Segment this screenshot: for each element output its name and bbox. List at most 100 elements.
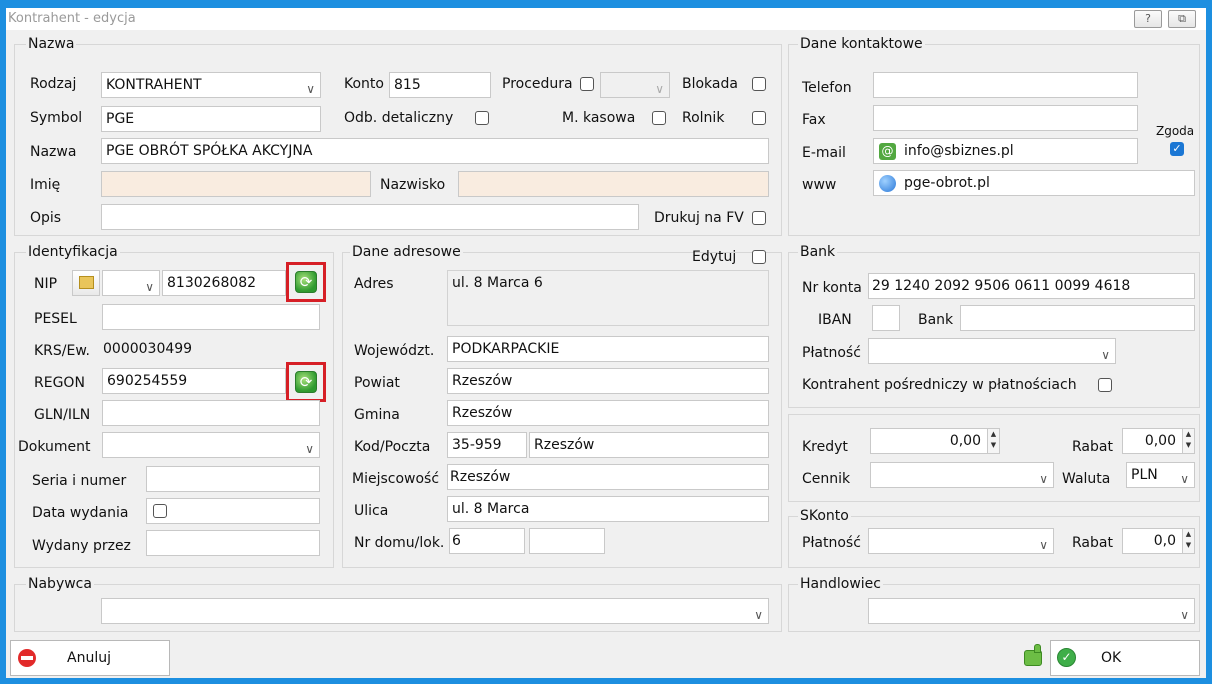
skonto-rabat-value: 0,0: [1153, 533, 1176, 549]
skonto-platnosc-select[interactable]: ∨: [868, 528, 1054, 554]
help-button[interactable]: ?: [1134, 10, 1162, 28]
cancel-label: Anuluj: [67, 650, 111, 666]
bank-name-label: Bank: [918, 312, 954, 328]
wojewodztwo-input[interactable]: PODKARPACKIE: [447, 336, 769, 362]
zgoda-checkbox[interactable]: ✓: [1170, 142, 1184, 156]
dokument-label: Dokument: [18, 439, 91, 455]
nip-lookup-button[interactable]: [72, 270, 100, 296]
adres-field[interactable]: ul. 8 Marca 6: [447, 270, 769, 326]
pesel-input[interactable]: [102, 304, 320, 330]
nazwisko-input[interactable]: [458, 171, 769, 197]
procedura-checkbox[interactable]: [580, 77, 594, 91]
imie-label: Imię: [30, 177, 61, 193]
email-value: info@sbiznes.pl: [904, 143, 1014, 159]
nip-prefix-select[interactable]: ∨: [102, 270, 160, 296]
regon-refresh-icon[interactable]: ⟳: [295, 371, 317, 393]
kredyt-input[interactable]: 0,00 ▲ ▼: [870, 428, 1000, 454]
window-title: Kontrahent - edycja: [8, 11, 136, 26]
nip-refresh-icon[interactable]: ⟳: [295, 271, 317, 293]
nr-domu-label: Nr domu/lok.: [354, 535, 445, 551]
bank-platnosc-select[interactable]: ∨: [868, 338, 1116, 364]
blokada-checkbox[interactable]: [752, 77, 766, 91]
gln-label: GLN/ILN: [34, 407, 91, 423]
thumbs-up-icon[interactable]: [1018, 642, 1048, 674]
wydany-przez-input[interactable]: [146, 530, 320, 556]
id-card-icon: [79, 276, 94, 289]
gmina-label: Gmina: [354, 407, 400, 423]
waluta-value: PLN: [1131, 467, 1158, 483]
fax-input[interactable]: [873, 105, 1138, 131]
drukuj-checkbox[interactable]: [752, 211, 766, 225]
regon-input[interactable]: 690254559: [102, 368, 286, 394]
nip-label: NIP: [34, 276, 58, 292]
edytuj-checkbox[interactable]: [752, 250, 766, 264]
posredniczy-checkbox[interactable]: [1098, 378, 1112, 392]
chevron-down-icon: ∨: [754, 608, 763, 622]
odb-detaliczny-checkbox[interactable]: [475, 111, 489, 125]
skonto-rabat-input[interactable]: 0,0 ▲ ▼: [1122, 528, 1195, 554]
ok-button[interactable]: ✓ OK: [1050, 640, 1200, 676]
handlowiec-group-title: Handlowiec: [798, 576, 883, 592]
konto-input[interactable]: 815: [389, 72, 491, 98]
symbol-input[interactable]: PGE: [101, 106, 321, 132]
chevron-down-icon: ∨: [145, 280, 154, 294]
opis-label: Opis: [30, 210, 62, 226]
blokada-label: Blokada: [682, 76, 738, 92]
kontakt-group-title: Dane kontaktowe: [798, 36, 925, 52]
iban-input[interactable]: [872, 305, 900, 331]
ulica-input[interactable]: ul. 8 Marca: [447, 496, 769, 522]
procedura-label: Procedura: [502, 76, 573, 92]
seria-input[interactable]: [146, 466, 320, 492]
handlowiec-select[interactable]: ∨: [868, 598, 1195, 624]
zgoda-label: Zgoda: [1156, 124, 1195, 138]
nabywca-select[interactable]: ∨: [101, 598, 769, 624]
kod-poczta-label: Kod/Poczta: [354, 439, 431, 455]
powiat-input[interactable]: Rzeszów: [447, 368, 769, 394]
kod-pocztowy-input[interactable]: 35-959: [447, 432, 527, 458]
imie-input[interactable]: [101, 171, 371, 197]
krs-input[interactable]: 0000030499: [102, 336, 320, 362]
data-wydania-input[interactable]: [146, 498, 320, 524]
cennik-label: Cennik: [802, 471, 851, 487]
rabat-input[interactable]: 0,00 ▲ ▼: [1122, 428, 1195, 454]
chevron-down-icon: ∨: [1101, 348, 1110, 362]
email-input[interactable]: @ info@sbiznes.pl: [873, 138, 1138, 164]
miejscowosc-label: Miejscowość: [352, 471, 440, 487]
nazwa-input[interactable]: PGE OBRÓT SPÓŁKA AKCYJNA: [101, 138, 769, 164]
www-input[interactable]: pge-obrot.pl: [873, 170, 1195, 196]
kredyt-spinner-icon[interactable]: ▲ ▼: [987, 429, 999, 453]
wojewodztwo-label: Województ.: [354, 343, 435, 359]
nr-konta-input[interactable]: 29 1240 2092 9506 0611 0099 4618: [868, 273, 1195, 299]
restore-button[interactable]: ⧉: [1168, 10, 1196, 28]
krs-label: KRS/Ew.: [34, 343, 90, 359]
nr-domu-input[interactable]: 6: [449, 528, 525, 554]
telefon-input[interactable]: [873, 72, 1138, 98]
rolnik-label: Rolnik: [682, 110, 725, 126]
data-wydania-checkbox[interactable]: [153, 504, 167, 518]
gmina-input[interactable]: Rzeszów: [447, 400, 769, 426]
rabat-spinner-icon[interactable]: ▲ ▼: [1182, 429, 1194, 453]
seria-label: Seria i numer: [32, 473, 127, 489]
nip-input[interactable]: 8130268082: [162, 270, 286, 296]
www-label: www: [802, 177, 837, 193]
cancel-button[interactable]: Anuluj: [10, 640, 170, 676]
dokument-select[interactable]: ∨: [102, 432, 320, 458]
rolnik-checkbox[interactable]: [752, 111, 766, 125]
chevron-down-icon: ∨: [1039, 538, 1048, 552]
procedura-select[interactable]: ∨: [600, 72, 670, 98]
opis-input[interactable]: [101, 204, 639, 230]
skonto-rabat-spinner-icon[interactable]: ▲ ▼: [1182, 529, 1194, 553]
telefon-label: Telefon: [802, 80, 852, 96]
poczta-input[interactable]: Rzeszów: [529, 432, 769, 458]
cennik-select[interactable]: ∨: [870, 462, 1054, 488]
waluta-select[interactable]: PLN ∨: [1126, 462, 1195, 488]
rodzaj-select[interactable]: KONTRAHENT ∨: [101, 72, 321, 98]
dialog-client-area: Nazwa Rodzaj KONTRAHENT ∨ Konto 815 Proc…: [6, 30, 1206, 678]
at-sign-icon: @: [879, 143, 896, 160]
bank-name-input[interactable]: [960, 305, 1195, 331]
miejscowosc-input[interactable]: Rzeszów: [447, 464, 769, 490]
m-kasowa-checkbox[interactable]: [652, 111, 666, 125]
nr-lokalu-input[interactable]: [529, 528, 605, 554]
gln-input[interactable]: [102, 400, 320, 426]
identyfikacja-group-title: Identyfikacja: [26, 244, 120, 260]
